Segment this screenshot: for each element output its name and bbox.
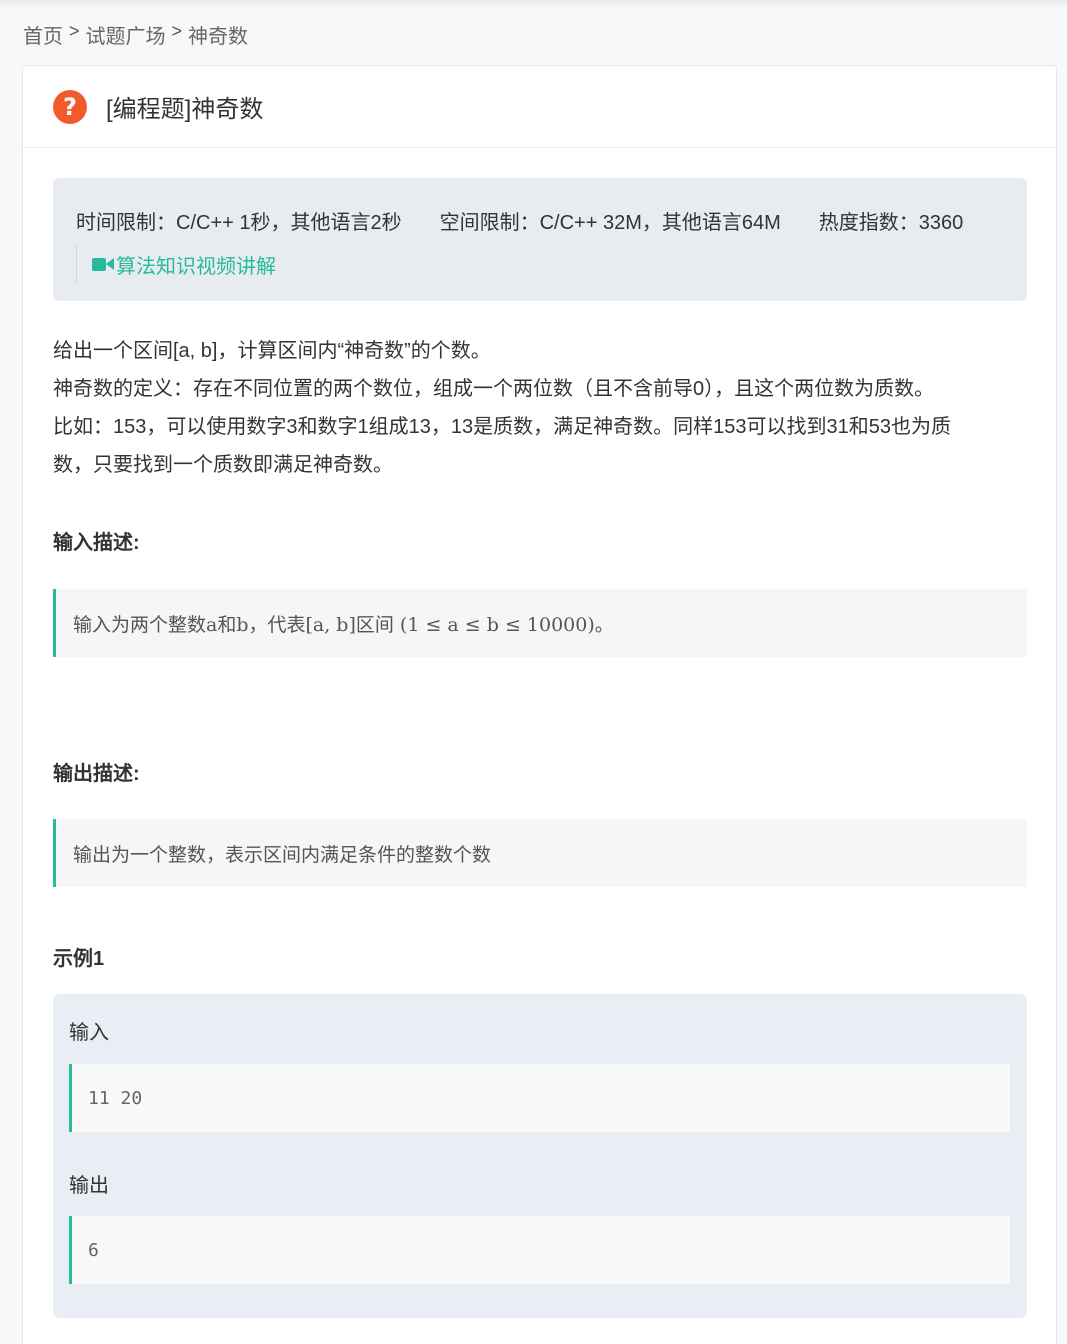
- example-title: 示例1: [53, 948, 105, 970]
- description-line: 数，只要找到一个质数即满足神奇数。: [53, 454, 393, 476]
- limits-panel: 时间限制：C/C++ 1秒，其他语言2秒 空间限制：C/C++ 32M，其他语言…: [53, 178, 1027, 301]
- example-input-value: 11 20: [69, 1064, 1010, 1132]
- time-limit: 时间限制：C/C++ 1秒，其他语言2秒: [76, 212, 402, 234]
- input-description-title: 输入描述:: [53, 532, 140, 554]
- problem-description: 给出一个区间[a, b]，计算区间内“神奇数”的个数。 神奇数的定义：存在不同位…: [53, 332, 1033, 484]
- problem-title: [编程题]神奇数: [106, 96, 264, 123]
- breadcrumb-question-square[interactable]: 试题广场: [86, 20, 166, 49]
- description-line: 给出一个区间[a, b]，计算区间内“神奇数”的个数。: [53, 340, 491, 362]
- breadcrumb-separator: >: [171, 21, 183, 41]
- input-description-block: 输入为两个整数a和b，代表[a, b]区间 (1 ≤ a ≤ b ≤ 10000…: [53, 589, 1027, 657]
- heat-index: 热度指数：3360: [818, 212, 964, 234]
- video-camera-icon: [92, 257, 114, 271]
- example-output-value: 6: [69, 1216, 1010, 1284]
- example-output-label: 输出: [69, 1175, 109, 1197]
- breadcrumb-separator: >: [69, 21, 80, 41]
- example-box: 输入 11 20 输出 6: [53, 994, 1027, 1318]
- breadcrumb: 首页 > 试题广场 > 神奇数: [23, 20, 248, 49]
- example-input-label: 输入: [69, 1022, 109, 1044]
- top-shadow: [0, 0, 1067, 8]
- output-description-title: 输出描述:: [53, 763, 140, 785]
- description-line: 神奇数的定义：存在不同位置的两个数位，组成一个两位数（且不含前导0），且这个两位…: [53, 378, 935, 400]
- breadcrumb-current: 神奇数: [188, 26, 249, 48]
- space-limit: 空间限制：C/C++ 32M，其他语言64M: [439, 212, 781, 234]
- video-link-label: 算法知识视频讲解: [116, 255, 276, 278]
- video-explanation-link[interactable]: 算法知识视频讲解: [76, 245, 1027, 283]
- breadcrumb-home[interactable]: 首页: [23, 20, 63, 49]
- problem-card: ? [编程题]神奇数 时间限制：C/C++ 1秒，其他语言2秒 空间限制：C/C…: [22, 65, 1057, 1344]
- problem-header: ? [编程题]神奇数: [23, 66, 1056, 148]
- description-line: 比如：153，可以使用数字3和数字1组成13，13是质数，满足神奇数。同样153…: [53, 416, 951, 438]
- question-icon: ?: [53, 89, 87, 124]
- output-description-block: 输出为一个整数，表示区间内满足条件的整数个数: [53, 819, 1027, 887]
